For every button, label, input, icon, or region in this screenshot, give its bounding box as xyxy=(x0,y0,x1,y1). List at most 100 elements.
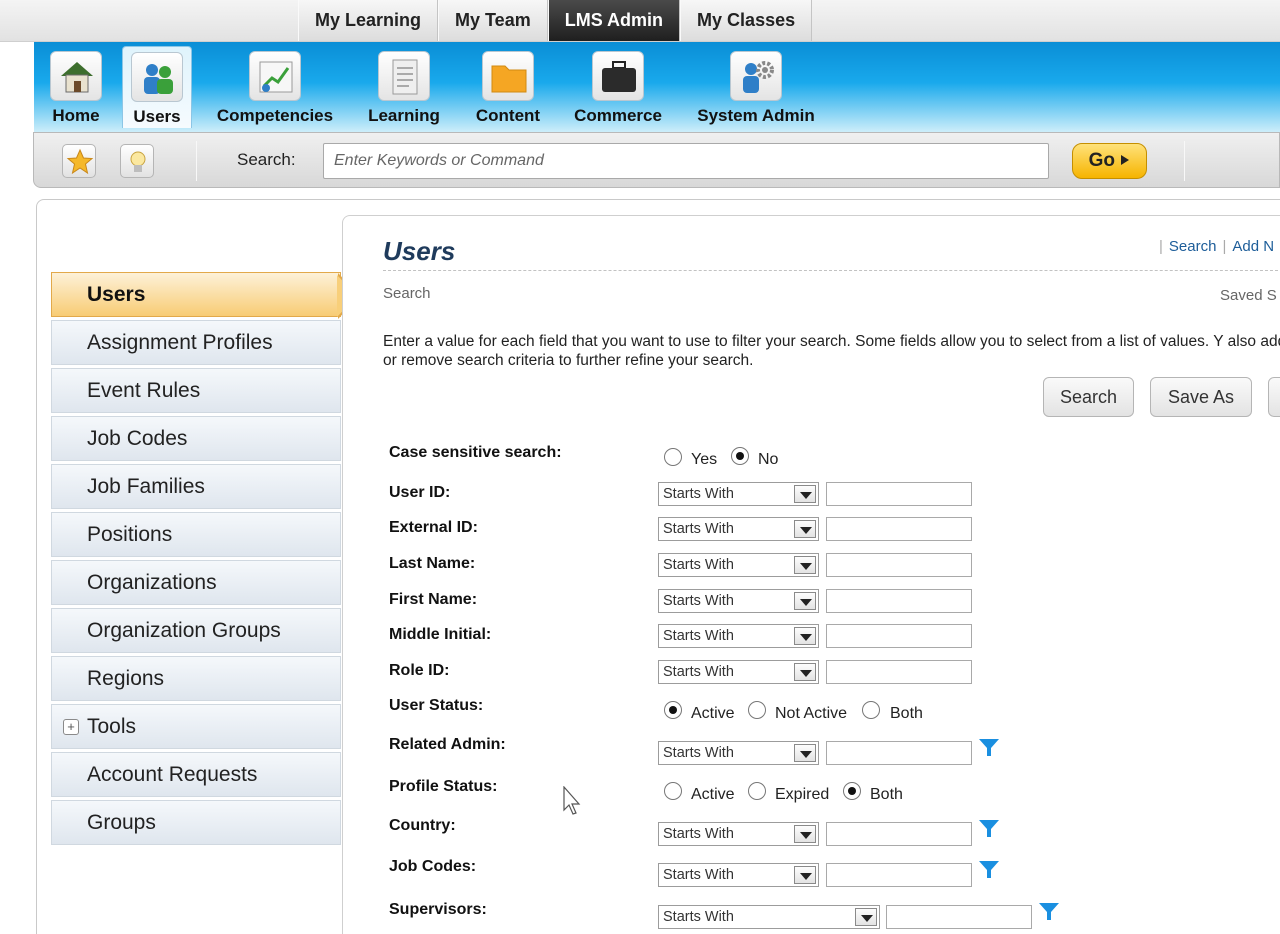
case-sensitive-no-radio[interactable] xyxy=(731,447,749,465)
learning-icon xyxy=(378,51,430,101)
select-value: Starts With xyxy=(663,909,734,925)
country-operator-select[interactable]: Starts With xyxy=(658,822,819,846)
users-icon xyxy=(131,52,183,102)
search-link[interactable]: Search xyxy=(1169,238,1217,255)
profile-status-label: Profile Status: xyxy=(389,778,498,795)
nav-competencies[interactable]: Competencies xyxy=(210,46,340,128)
chevron-down-icon xyxy=(794,592,816,610)
sidebar-item-job-codes[interactable]: Job Codes xyxy=(51,416,341,461)
external-id-input[interactable] xyxy=(826,517,972,541)
search-button[interactable]: Search xyxy=(1043,377,1134,417)
sidebar-item-event-rules[interactable]: Event Rules xyxy=(51,368,341,413)
go-button-label: Go xyxy=(1088,150,1116,171)
sidebar-item-label: Job Codes xyxy=(87,427,188,450)
first-name-operator-select[interactable]: Starts With xyxy=(658,589,819,613)
nav-content[interactable]: Content xyxy=(468,46,548,128)
play-arrow-icon xyxy=(1121,155,1130,165)
nav-users[interactable]: Users xyxy=(122,46,192,128)
profile-status-both-label: Both xyxy=(870,786,903,803)
sidebar-item-positions[interactable]: Positions xyxy=(51,512,341,557)
folder-icon xyxy=(482,51,534,101)
middle-initial-input[interactable] xyxy=(826,624,972,648)
last-name-input[interactable] xyxy=(826,553,972,577)
user-id-operator-select[interactable]: Starts With xyxy=(658,482,819,506)
home-icon xyxy=(50,51,102,101)
section-label: Search xyxy=(383,285,431,302)
filter-icon[interactable] xyxy=(1038,902,1060,922)
chevron-down-icon xyxy=(855,908,877,926)
select-value: Starts With xyxy=(663,867,734,883)
country-input[interactable] xyxy=(826,822,972,846)
first-name-input[interactable] xyxy=(826,589,972,613)
user-id-label: User ID: xyxy=(389,484,451,501)
nav-system-admin[interactable]: System Admin xyxy=(690,46,822,128)
job-codes-operator-select[interactable]: Starts With xyxy=(658,863,819,887)
sidebar-item-job-families[interactable]: Job Families xyxy=(51,464,341,509)
toolbar-divider xyxy=(196,141,197,181)
tab-my-learning[interactable]: My Learning xyxy=(298,0,439,41)
external-id-operator-select[interactable]: Starts With xyxy=(658,517,819,541)
filter-icon[interactable] xyxy=(978,819,1000,839)
related-admin-operator-select[interactable]: Starts With xyxy=(658,741,819,765)
tab-my-team[interactable]: My Team xyxy=(438,0,548,41)
nav-home[interactable]: Home xyxy=(42,46,110,128)
go-button[interactable]: Go xyxy=(1072,143,1147,179)
related-admin-label: Related Admin: xyxy=(389,736,506,753)
user-status-not-active-label: Not Active xyxy=(775,705,848,722)
chevron-down-icon xyxy=(794,663,816,681)
user-status-both-radio[interactable] xyxy=(862,701,880,719)
sidebar-item-account-requests[interactable]: Account Requests xyxy=(51,752,341,797)
case-sensitive-no-label: No xyxy=(758,451,779,468)
expand-plus-icon[interactable]: + xyxy=(63,719,79,735)
nav-commerce[interactable]: Commerce xyxy=(566,46,670,128)
related-admin-input[interactable] xyxy=(826,741,972,765)
favorites-button[interactable] xyxy=(62,144,96,178)
sidebar-item-tools[interactable]: + Tools xyxy=(51,704,341,749)
supervisors-input[interactable] xyxy=(886,905,1032,929)
add-new-link[interactable]: Add N xyxy=(1232,238,1274,255)
user-status-active-label: Active xyxy=(691,705,735,722)
chevron-down-icon xyxy=(794,520,816,538)
link-separator: | xyxy=(1159,238,1163,255)
saved-searches-label[interactable]: Saved S xyxy=(1220,287,1277,304)
sidebar-item-users[interactable]: Users xyxy=(51,272,341,317)
sidebar-item-organization-groups[interactable]: Organization Groups xyxy=(51,608,341,653)
chevron-down-icon xyxy=(794,825,816,843)
competencies-icon xyxy=(249,51,301,101)
tab-my-classes[interactable]: My Classes xyxy=(680,0,813,41)
tab-lms-admin[interactable]: LMS Admin xyxy=(547,0,681,41)
last-name-operator-select[interactable]: Starts With xyxy=(658,553,819,577)
sidebar-item-label: Account Requests xyxy=(87,763,258,786)
top-tab-bar: My Learning My Team LMS Admin My Classes xyxy=(0,0,1280,42)
select-value: Starts With xyxy=(663,745,734,761)
nav-learning[interactable]: Learning xyxy=(360,46,448,128)
sidebar-item-label: Tools xyxy=(87,715,137,738)
job-codes-input[interactable] xyxy=(826,863,972,887)
select-value: Starts With xyxy=(663,486,734,502)
case-sensitive-yes-radio[interactable] xyxy=(664,448,682,466)
sidebar-item-organizations[interactable]: Organizations xyxy=(51,560,341,605)
sidebar-item-label: Regions xyxy=(87,667,165,690)
save-as-button[interactable]: Save As xyxy=(1150,377,1252,417)
user-status-not-active-radio[interactable] xyxy=(748,701,766,719)
role-id-operator-select[interactable]: Starts With xyxy=(658,660,819,684)
tips-button[interactable] xyxy=(120,144,154,178)
user-status-active-radio[interactable] xyxy=(664,701,682,719)
profile-status-both-radio[interactable] xyxy=(843,782,861,800)
filter-icon[interactable] xyxy=(978,738,1000,758)
sidebar-item-assignment-profiles[interactable]: Assignment Profiles xyxy=(51,320,341,365)
user-id-input[interactable] xyxy=(826,482,972,506)
search-input[interactable] xyxy=(323,143,1049,179)
more-button[interactable] xyxy=(1268,377,1280,417)
system-admin-icon xyxy=(730,51,782,101)
filter-icon[interactable] xyxy=(978,860,1000,880)
role-id-input[interactable] xyxy=(826,660,972,684)
sidebar-item-regions[interactable]: Regions xyxy=(51,656,341,701)
profile-status-expired-radio[interactable] xyxy=(748,782,766,800)
nav-users-label: Users xyxy=(133,107,181,126)
supervisors-operator-select[interactable]: Starts With xyxy=(658,905,880,929)
sidebar-item-groups[interactable]: Groups xyxy=(51,800,341,845)
select-value: Starts With xyxy=(663,557,734,573)
middle-initial-operator-select[interactable]: Starts With xyxy=(658,624,819,648)
profile-status-active-radio[interactable] xyxy=(664,782,682,800)
